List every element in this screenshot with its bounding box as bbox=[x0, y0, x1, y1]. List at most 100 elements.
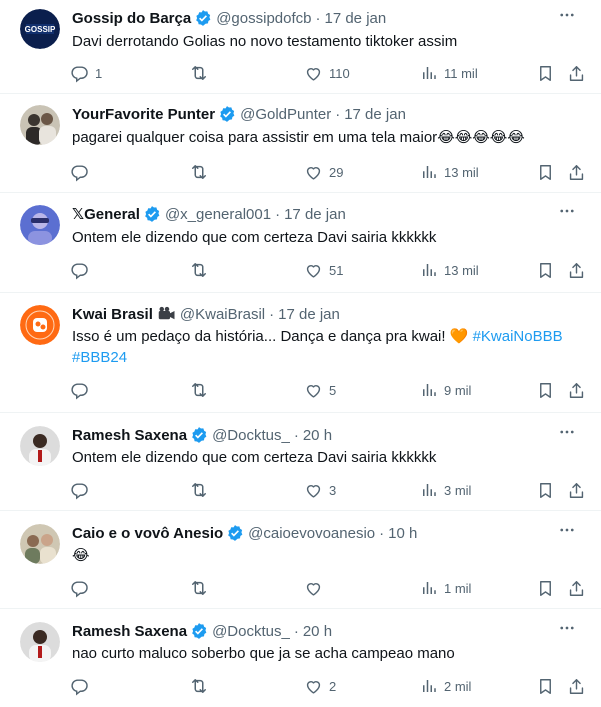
timestamp[interactable]: 17 de jan bbox=[344, 106, 406, 123]
avatar-text: GOSSIP bbox=[25, 25, 56, 34]
like-icon bbox=[306, 264, 321, 278]
emoji: 🧡 bbox=[449, 327, 469, 345]
share-button[interactable] bbox=[567, 379, 586, 401]
reply-button[interactable] bbox=[70, 379, 95, 401]
share-button[interactable] bbox=[567, 161, 586, 183]
avatar[interactable] bbox=[20, 524, 60, 564]
share-button[interactable] bbox=[567, 577, 586, 599]
retweet-button[interactable] bbox=[189, 259, 215, 281]
bookmark-button[interactable] bbox=[536, 675, 555, 697]
timestamp[interactable]: 17 de jan bbox=[324, 10, 386, 27]
share-button[interactable] bbox=[567, 675, 586, 697]
retweet-button[interactable] bbox=[189, 675, 215, 697]
retweet-button[interactable] bbox=[189, 62, 215, 84]
avatar[interactable] bbox=[20, 305, 60, 345]
tweet-text: Ontem ele dizendo que com certeza Davi s… bbox=[72, 449, 437, 466]
tweet-actions: 5 9 mil bbox=[0, 379, 601, 401]
user-handle[interactable]: @gossipdofcb bbox=[216, 10, 311, 27]
like-icon bbox=[306, 166, 321, 180]
display-name[interactable]: Gossip do Barça bbox=[72, 10, 191, 27]
timestamp[interactable]: 17 de jan bbox=[284, 206, 346, 223]
display-name[interactable]: Caio e o vovô Anesio bbox=[72, 525, 223, 542]
bookmark-button[interactable] bbox=[536, 161, 555, 183]
like-button[interactable]: 29 bbox=[304, 161, 343, 183]
more-icon[interactable] bbox=[555, 199, 579, 223]
display-name[interactable]: Ramesh Saxena bbox=[72, 427, 187, 444]
retweet-icon bbox=[192, 66, 206, 80]
bookmark-button[interactable] bbox=[536, 577, 555, 599]
share-icon bbox=[569, 482, 584, 498]
avatar[interactable] bbox=[20, 622, 60, 662]
reply-icon bbox=[71, 382, 88, 399]
hashtag-link[interactable]: #KwaiNoBBB bbox=[473, 328, 563, 345]
display-name[interactable]: YourFavorite Punter bbox=[72, 106, 215, 123]
more-icon[interactable] bbox=[555, 616, 579, 640]
avatar[interactable] bbox=[20, 426, 60, 466]
views-button[interactable]: 3 mil bbox=[420, 479, 471, 501]
share-button[interactable] bbox=[567, 479, 586, 501]
timestamp[interactable]: 20 h bbox=[303, 427, 332, 444]
display-name[interactable]: Ramesh Saxena bbox=[72, 623, 187, 640]
like-button[interactable]: 110 bbox=[304, 62, 350, 84]
reply-button[interactable] bbox=[70, 161, 95, 183]
like-button[interactable]: 5 bbox=[304, 379, 336, 401]
bookmark-button[interactable] bbox=[536, 62, 555, 84]
tweet[interactable]: Ramesh Saxena @Docktus_ · 20 h Ontem ele… bbox=[0, 413, 601, 511]
views-button[interactable]: 11 mil bbox=[420, 62, 478, 84]
share-icon bbox=[569, 678, 584, 694]
user-handle[interactable]: @Docktus_ bbox=[212, 623, 290, 640]
display-name[interactable]: Kwai Brasil bbox=[72, 306, 153, 323]
more-icon[interactable] bbox=[555, 3, 579, 27]
tweet[interactable]: Kwai Brasil @KwaiBrasil · 17 de jan Isso… bbox=[0, 293, 601, 413]
timestamp[interactable]: 17 de jan bbox=[278, 306, 340, 323]
emoji: 😂😂😂😂😂 bbox=[437, 128, 525, 146]
views-button[interactable]: 2 mil bbox=[420, 675, 471, 697]
timestamp[interactable]: 20 h bbox=[303, 623, 332, 640]
bookmark-button[interactable] bbox=[536, 379, 555, 401]
avatar[interactable]: GOSSIP bbox=[20, 9, 60, 49]
more-icon[interactable] bbox=[555, 518, 579, 542]
user-handle[interactable]: @x_general001 bbox=[165, 206, 271, 223]
retweet-button[interactable] bbox=[189, 577, 215, 599]
tweet[interactable]: 𝕏General @x_general001 · 17 de jan Ontem… bbox=[0, 193, 601, 293]
like-button[interactable]: 3 bbox=[304, 479, 336, 501]
bookmark-button[interactable] bbox=[536, 479, 555, 501]
retweet-button[interactable] bbox=[189, 379, 215, 401]
views-count: 13 mil bbox=[444, 262, 479, 278]
reply-button[interactable] bbox=[70, 577, 95, 599]
like-button[interactable] bbox=[304, 577, 329, 599]
views-button[interactable]: 13 mil bbox=[420, 161, 479, 183]
reply-button[interactable] bbox=[70, 479, 95, 501]
tweet-header: Caio e o vovô Anesio @caioevovoanesio · … bbox=[72, 524, 418, 542]
like-button[interactable]: 2 bbox=[304, 675, 336, 697]
share-icon bbox=[569, 382, 584, 398]
reply-button[interactable] bbox=[70, 675, 95, 697]
reply-button[interactable] bbox=[70, 259, 95, 281]
retweet-button[interactable] bbox=[189, 479, 215, 501]
user-handle[interactable]: @GoldPunter bbox=[240, 106, 331, 123]
tweet[interactable]: Caio e o vovô Anesio @caioevovoanesio · … bbox=[0, 511, 601, 609]
display-name[interactable]: 𝕏General bbox=[72, 205, 140, 223]
user-handle[interactable]: @KwaiBrasil bbox=[180, 306, 265, 323]
hashtag-link[interactable]: #BBB24 bbox=[72, 349, 127, 366]
views-button[interactable]: 1 mil bbox=[420, 577, 471, 599]
like-button[interactable]: 51 bbox=[304, 259, 343, 281]
like-count: 2 bbox=[329, 678, 337, 694]
avatar[interactable] bbox=[20, 205, 60, 245]
bookmark-button[interactable] bbox=[536, 259, 555, 281]
user-handle[interactable]: @Docktus_ bbox=[212, 427, 290, 444]
share-button[interactable] bbox=[567, 259, 586, 281]
user-handle[interactable]: @caioevovoanesio bbox=[248, 525, 375, 542]
more-icon[interactable] bbox=[555, 420, 579, 444]
views-button[interactable]: 13 mil bbox=[420, 259, 479, 281]
avatar[interactable] bbox=[20, 105, 60, 145]
views-icon bbox=[423, 582, 436, 594]
tweet[interactable]: GOSSIP Gossip do Barça @gossipdofcb · 17… bbox=[0, 0, 601, 94]
tweet[interactable]: YourFavorite Punter @GoldPunter · 17 de … bbox=[0, 94, 601, 193]
views-button[interactable]: 9 mil bbox=[420, 379, 471, 401]
reply-button[interactable]: 1 bbox=[70, 62, 102, 84]
retweet-button[interactable] bbox=[189, 161, 215, 183]
share-button[interactable] bbox=[567, 62, 586, 84]
timestamp[interactable]: 10 h bbox=[388, 525, 417, 542]
tweet[interactable]: Ramesh Saxena @Docktus_ · 20 h nao curto… bbox=[0, 609, 601, 707]
